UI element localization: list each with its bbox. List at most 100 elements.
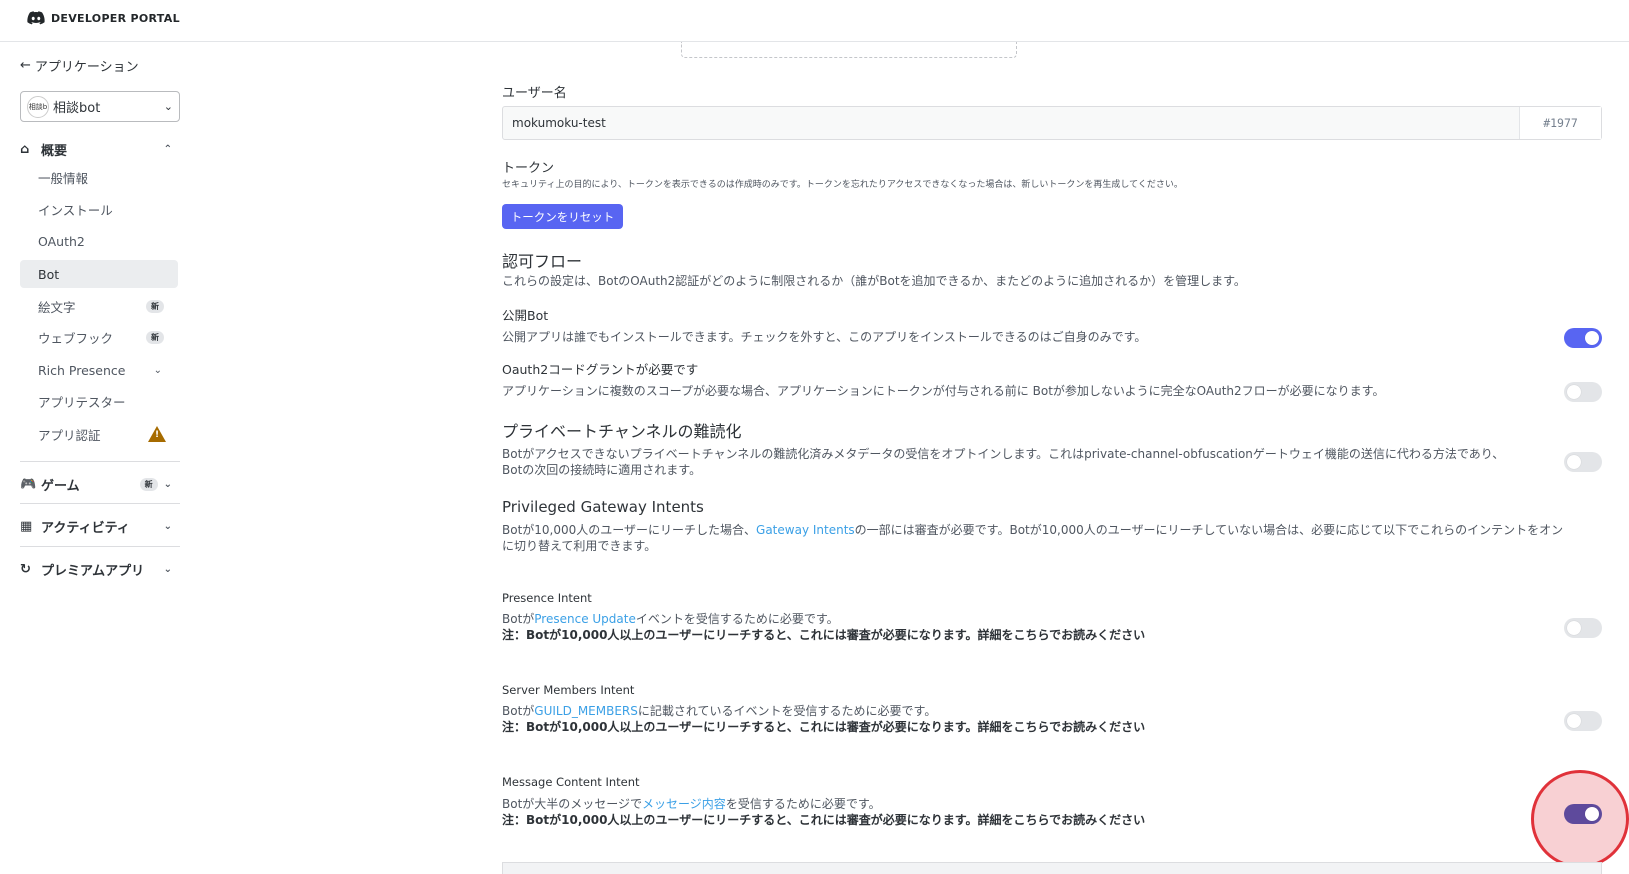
nav-section-activities[interactable]: ▦ アクティビティ ⌄ bbox=[20, 517, 172, 536]
sidebar-item-install[interactable]: インストール bbox=[20, 195, 178, 223]
app-selector-value: 相談bot bbox=[53, 101, 101, 116]
private-channel-description: Botがアクセスできないプライベートチャンネルの難読化済みメタデータの受信をオプ… bbox=[502, 446, 1597, 478]
sidebar-item-label: Rich Presence bbox=[38, 362, 126, 378]
read-more-link[interactable]: 詳細をこちらでお読みください bbox=[978, 628, 1146, 642]
auth-flow-title: 認可フロー bbox=[502, 252, 583, 271]
arrow-left-icon: ← bbox=[20, 58, 31, 73]
text-part: Botが bbox=[502, 612, 535, 626]
sidebar-item-rich-presence[interactable]: Rich Presence ⌄ bbox=[20, 356, 178, 384]
chevron-down-icon: ⌄ bbox=[163, 521, 172, 532]
nav-section-label: ゲーム bbox=[41, 479, 80, 494]
username-label: ユーザー名 bbox=[502, 86, 567, 101]
chevron-down-icon: ⌄ bbox=[163, 100, 173, 113]
review-note: 注：Botが10,000人以上のユーザーにリーチすると、これには審査が必要になり… bbox=[502, 813, 978, 827]
nav-section-label: アクティビティ bbox=[41, 521, 130, 536]
new-badge: 新 bbox=[146, 299, 164, 313]
reset-token-button[interactable]: トークンをリセット bbox=[502, 204, 623, 229]
message-content-intent-toggle[interactable] bbox=[1564, 804, 1602, 824]
sidebar-item-bot[interactable]: Bot bbox=[20, 260, 178, 288]
text-part: Botが大半のメッセージで bbox=[502, 797, 643, 811]
text-part: イベントを受信するために必要です。 bbox=[635, 612, 839, 626]
back-label: アプリケーション bbox=[34, 60, 139, 75]
message-content-link[interactable]: メッセージ内容 bbox=[642, 797, 726, 811]
top-bar: DEVELOPER PORTAL bbox=[0, 0, 1629, 42]
review-note: 注：Botが10,000人以上のユーザーにリーチすると、これには審査が必要になり… bbox=[502, 720, 978, 734]
public-bot-toggle[interactable] bbox=[1564, 328, 1602, 348]
sidebar-item-webhooks[interactable]: ウェブフック 新 bbox=[20, 323, 178, 351]
oauth-grant-label: Oauth2コードグラントが必要です bbox=[502, 362, 699, 377]
username-value: mokumoku-test bbox=[512, 116, 606, 130]
message-content-intent-description: Botが大半のメッセージでメッセージ内容を受信するために必要です。注：Botが1… bbox=[502, 796, 1597, 828]
chevron-down-icon: ⌄ bbox=[153, 364, 162, 376]
username-input[interactable]: mokumoku-test #1977 bbox=[502, 106, 1602, 140]
server-members-intent-label: Server Members Intent bbox=[502, 683, 635, 697]
private-channel-title: プライベートチャンネルの難読化 bbox=[502, 422, 742, 441]
discriminator: #1977 bbox=[1519, 107, 1601, 139]
token-label: トークン bbox=[502, 161, 555, 176]
presence-update-link[interactable]: Presence Update bbox=[534, 612, 636, 626]
text-part: Botが bbox=[502, 704, 535, 718]
oauth-grant-toggle[interactable] bbox=[1564, 382, 1602, 402]
public-bot-description: 公開アプリは誰でもインストールできます。チェックを外すと、このアプリをインストー… bbox=[502, 330, 1147, 344]
privileged-intents-title: Privileged Gateway Intents bbox=[502, 498, 704, 516]
gamepad-icon: 🎮 bbox=[20, 477, 37, 492]
divider bbox=[20, 546, 180, 547]
new-badge: 新 bbox=[139, 478, 158, 491]
brand[interactable]: DEVELOPER PORTAL bbox=[27, 11, 180, 25]
sidebar-item-label: Bot bbox=[38, 266, 60, 282]
divider bbox=[20, 503, 180, 504]
save-changes-bar-edge bbox=[502, 862, 1602, 874]
nav-section-games[interactable]: 🎮 ゲーム 新 ⌄ bbox=[20, 475, 172, 494]
sidebar-item-app-testers[interactable]: アプリテスター bbox=[20, 387, 178, 415]
sidebar-item-app-verification[interactable]: アプリ認証! bbox=[20, 420, 178, 448]
sidebar-item-emoji[interactable]: 絵文字 新 bbox=[20, 292, 178, 320]
back-to-applications-link[interactable]: ← アプリケーション bbox=[20, 56, 139, 75]
brand-text: DEVELOPER PORTAL bbox=[51, 11, 180, 25]
nav-section-premium-apps[interactable]: ↻ プレミアムアプリ ⌄ bbox=[20, 560, 172, 579]
privileged-intents-description: Botが10,000人のユーザーにリーチした場合、Gateway Intents… bbox=[502, 522, 1597, 554]
app-avatar: 相談b bbox=[27, 95, 49, 118]
private-channel-desc-line2: Botの次回の接続時に適用されます。 bbox=[502, 463, 702, 477]
sidebar-item-label: インストール bbox=[38, 202, 113, 218]
text-part: を受信するために必要です。 bbox=[725, 797, 881, 811]
chevron-down-icon: ⌄ bbox=[163, 564, 172, 575]
new-badge: 新 bbox=[146, 330, 164, 344]
sidebar-item-label: アプリテスター bbox=[38, 394, 126, 410]
oauth-grant-description: アプリケーションに複数のスコープが必要な場合、アプリケーションにトークンが付与さ… bbox=[502, 384, 1385, 398]
private-channel-toggle[interactable] bbox=[1564, 452, 1602, 472]
presence-intent-label: Presence Intent bbox=[502, 591, 592, 605]
presence-intent-description: BotがPresence Updateイベントを受信するために必要です。注：Bo… bbox=[502, 611, 1597, 643]
divider bbox=[20, 461, 180, 462]
text-part: に切り替えて利用できます。 bbox=[502, 539, 657, 553]
server-members-intent-description: BotがGUILD_MEMBERSに記載されているイベントを受信するために必要で… bbox=[502, 703, 1597, 735]
sidebar-item-label: OAuth2 bbox=[38, 233, 85, 249]
sidebar-item-label: 絵文字 bbox=[38, 299, 76, 315]
nav-section-label: プレミアムアプリ bbox=[41, 564, 145, 579]
read-more-link[interactable]: 詳細をこちらでお読みください bbox=[978, 813, 1146, 827]
review-note: 注：Botが10,000人以上のユーザーにリーチすると、これには審査が必要になり… bbox=[502, 628, 978, 642]
message-content-intent-label: Message Content Intent bbox=[502, 775, 640, 789]
server-members-intent-toggle[interactable] bbox=[1564, 711, 1602, 731]
token-description: セキュリティ上の目的により、トークンを表示できるのは作成時のみです。トークンを忘… bbox=[502, 180, 1183, 190]
text-part: Botが10,000人のユーザーにリーチした場合、 bbox=[502, 523, 757, 537]
auth-flow-description: これらの設定は、BotのOAuth2認証がどのように制限されるか（誰がBotを追… bbox=[502, 274, 1246, 288]
grid-icon: ▦ bbox=[20, 519, 33, 534]
guild-members-link[interactable]: GUILD_MEMBERS bbox=[534, 704, 638, 718]
app-selector[interactable]: 相談b 相談bot ⌄ bbox=[20, 91, 180, 122]
nav-section-label: 概要 bbox=[41, 144, 68, 159]
home-icon: ⌂ bbox=[20, 142, 30, 157]
sidebar-item-oauth2[interactable]: OAuth2 bbox=[20, 227, 178, 255]
chevron-down-icon: ⌄ bbox=[163, 479, 172, 490]
sidebar-item-general[interactable]: 一般情報 bbox=[20, 163, 178, 191]
text-part: に記載されているイベントを受信するために必要です。 bbox=[637, 704, 937, 718]
public-bot-label: 公開Bot bbox=[502, 308, 549, 323]
read-more-link[interactable]: 詳細をこちらでお読みください bbox=[978, 720, 1146, 734]
gateway-intents-link[interactable]: Gateway Intents bbox=[756, 523, 855, 537]
premium-icon: ↻ bbox=[20, 562, 31, 577]
nav-section-overview[interactable]: ⌂ 概要 ⌃ bbox=[20, 140, 172, 159]
presence-intent-toggle[interactable] bbox=[1564, 618, 1602, 638]
sidebar-item-label: 一般情報 bbox=[38, 170, 89, 186]
discord-logo-icon bbox=[27, 11, 45, 25]
sidebar-item-label: ウェブフック bbox=[38, 330, 114, 346]
chevron-up-icon: ⌃ bbox=[163, 144, 172, 155]
